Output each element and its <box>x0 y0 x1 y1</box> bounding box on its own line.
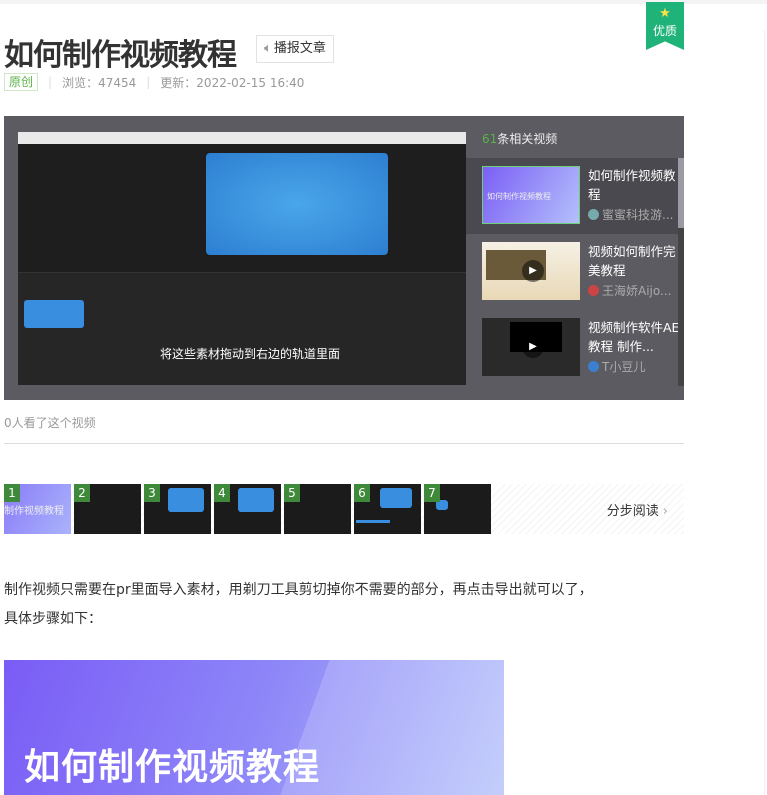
update-time: 更新：2022-02-15 16:40 <box>160 75 305 90</box>
chevron-right-icon: › <box>662 504 668 519</box>
timeline-panel <box>18 272 466 385</box>
divider <box>4 443 684 444</box>
play-icon: ▶ <box>522 336 544 358</box>
step-thumb[interactable]: 5 <box>284 484 351 534</box>
app-menubar <box>18 132 466 144</box>
author-name: 王海娇Aijo... <box>602 284 672 298</box>
step-number: 4 <box>214 484 230 502</box>
related-header: 61条相关视频 <box>482 130 557 147</box>
step-number: 5 <box>284 484 300 502</box>
related-title: 视频制作软件AE教程 制作... <box>588 320 680 354</box>
step-number: 1 <box>4 484 20 502</box>
avatar <box>588 209 599 220</box>
related-title: 如何制作视频教程 <box>588 168 676 202</box>
related-item[interactable]: ▶ 视频如何制作完美教程 王海娇Aijo... <box>466 234 678 310</box>
related-count: 61 <box>482 132 498 146</box>
step-thumb[interactable]: 7 <box>424 484 491 534</box>
step-thumb[interactable]: 3 <box>144 484 211 534</box>
step-thumb[interactable]: 1 制作视频教程 <box>4 484 71 534</box>
read-label: 分步阅读 <box>606 504 659 519</box>
video-thumbnail: 如何制作视频教程 <box>482 166 580 224</box>
step-number: 3 <box>144 484 160 502</box>
step-number: 7 <box>424 484 440 502</box>
related-author: T小豆儿 <box>588 358 645 375</box>
article-meta: 原创 | 浏览：47454 | 更新：2022-02-15 16:40 <box>4 73 304 91</box>
related-item[interactable]: 如何制作视频教程 如何制作视频教程 蜜蜜科技游... <box>466 158 678 234</box>
step-thumb[interactable]: 4 <box>214 484 281 534</box>
related-author: 蜜蜜科技游... <box>588 206 673 223</box>
program-monitor <box>206 153 388 255</box>
related-author: 王海娇Aijo... <box>588 282 671 299</box>
speak-article-button[interactable]: 🔈︎ 播报文章 <box>256 35 334 63</box>
related-item[interactable]: ▶ 视频制作软件AE教程 制作... T小豆儿 <box>466 310 680 386</box>
page-title: 如何制作视频教程 <box>4 38 237 73</box>
star-icon: ★ <box>659 6 671 21</box>
step-text: 制作视频教程 <box>4 506 64 517</box>
step-strip: 1 制作视频教程 2 3 4 5 6 7 分步阅读 › <box>4 484 684 534</box>
article-image: 如何制作视频教程 <box>4 660 504 795</box>
author-name: 蜜蜜科技游... <box>602 208 674 222</box>
related-title: 视频如何制作完美教程 <box>588 244 676 278</box>
author-name: T小豆儿 <box>602 360 646 374</box>
article-paragraph: 制作视频只需要在pr里面导入素材，用剃刀工具剪切掉你不需要的部分，再点击导出就可… <box>4 582 593 627</box>
badge-label: 优质 <box>652 24 677 38</box>
avatar <box>588 361 599 372</box>
step-thumb[interactable]: 2 <box>74 484 141 534</box>
banner-text: 如何制作视频教程 <box>24 747 321 788</box>
video-thumbnail: ▶ <box>482 318 580 376</box>
video-player[interactable]: 将这些素材拖动到右边的轨道里面 61条相关视频 如何制作视频教程 如何制作视频教… <box>4 116 684 400</box>
video-frame[interactable]: 将这些素材拖动到右边的轨道里面 <box>18 132 466 385</box>
media-clip <box>24 300 84 328</box>
step-read-link[interactable]: 分步阅读 › <box>607 500 668 519</box>
view-count: 浏览：47454 <box>62 75 137 90</box>
original-tag: 原创 <box>4 73 39 91</box>
thumb-text: 如何制作视频教程 <box>487 192 551 201</box>
related-scrollbar[interactable] <box>678 158 684 386</box>
related-label: 条相关视频 <box>497 132 558 146</box>
speaker-icon: 🔈︎ <box>264 41 272 56</box>
play-icon: ▶ <box>522 260 544 282</box>
scrollbar-thumb[interactable] <box>678 158 684 228</box>
speak-label: 播报文章 <box>273 41 326 56</box>
viewer-count: 0人看了这个视频 <box>4 416 96 430</box>
step-number: 6 <box>354 484 370 502</box>
quality-badge: ★ 优质 <box>646 2 684 50</box>
right-border <box>764 30 765 795</box>
video-subtitle: 将这些素材拖动到右边的轨道里面 <box>160 347 341 361</box>
avatar <box>588 285 599 296</box>
video-thumbnail: ▶ <box>482 242 580 300</box>
divider: | <box>48 75 53 89</box>
step-number: 2 <box>74 484 90 502</box>
divider: | <box>146 75 151 89</box>
step-thumb[interactable]: 6 <box>354 484 421 534</box>
related-videos: 61条相关视频 如何制作视频教程 如何制作视频教程 蜜蜜科技游... ▶ 视频如… <box>466 116 684 400</box>
